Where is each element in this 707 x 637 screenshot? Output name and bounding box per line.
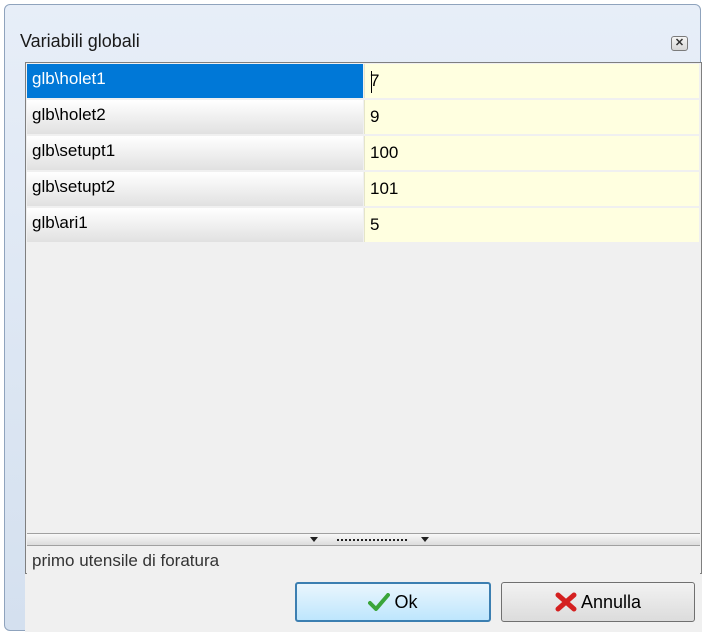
table-row[interactable]: glb\holet2 9 [26,100,701,134]
variable-value-cell[interactable]: 5 [364,208,699,242]
variables-table: glb\holet1 7 glb\holet2 9 glb\setupt1 10 [26,64,701,244]
description-splitter[interactable] [27,533,700,546]
title-bar[interactable]: Variabili globali ✕ [5,5,700,59]
ok-button[interactable]: Ok [295,582,491,622]
red-x-icon [555,592,577,612]
variable-value-text: 9 [370,107,380,126]
collapse-arrow-icon[interactable] [310,537,318,542]
ok-button-label: Ok [394,591,418,612]
description-panel: primo utensile di foratura [27,548,700,574]
cancel-button[interactable]: Annulla [501,582,695,622]
expand-arrow-icon[interactable] [421,537,429,542]
variable-name-cell[interactable]: glb\holet2 [27,100,363,134]
variables-grid: glb\holet1 7 glb\holet2 9 glb\setupt1 10 [25,62,702,574]
variable-value-cell[interactable]: 100 [364,136,699,170]
checkmark-icon [368,593,391,611]
table-row[interactable]: glb\setupt2 101 [26,172,701,206]
variable-value-text: 5 [370,215,380,234]
window-title: Variabili globali [20,31,140,51]
cancel-button-label: Annulla [580,591,642,612]
variable-value-text: 7 [370,71,380,90]
variable-name-cell[interactable]: glb\setupt1 [27,136,363,170]
variable-value-cell[interactable]: 101 [364,172,699,206]
variable-value-text: 101 [370,179,399,198]
variable-name-cell[interactable]: glb\ari1 [27,208,363,242]
variable-value-text: 100 [370,143,399,162]
close-icon[interactable]: ✕ [671,36,688,51]
splitter-grip-icon [337,539,409,541]
variable-value-cell[interactable]: 9 [364,100,699,134]
table-row[interactable]: glb\setupt1 100 [26,136,701,170]
table-row[interactable]: glb\holet1 7 [26,64,701,98]
dialog-client-area: glb\holet1 7 glb\holet2 9 glb\setupt1 10 [25,62,702,632]
variable-name-cell[interactable]: glb\setupt2 [27,172,363,206]
table-row[interactable]: glb\ari1 5 [26,208,701,242]
variable-name-cell[interactable]: glb\holet1 [27,64,363,98]
variable-value-input[interactable]: 7 [364,64,699,98]
dialog-window: Variabili globali ✕ glb\holet1 7 glb\hol… [4,4,702,632]
